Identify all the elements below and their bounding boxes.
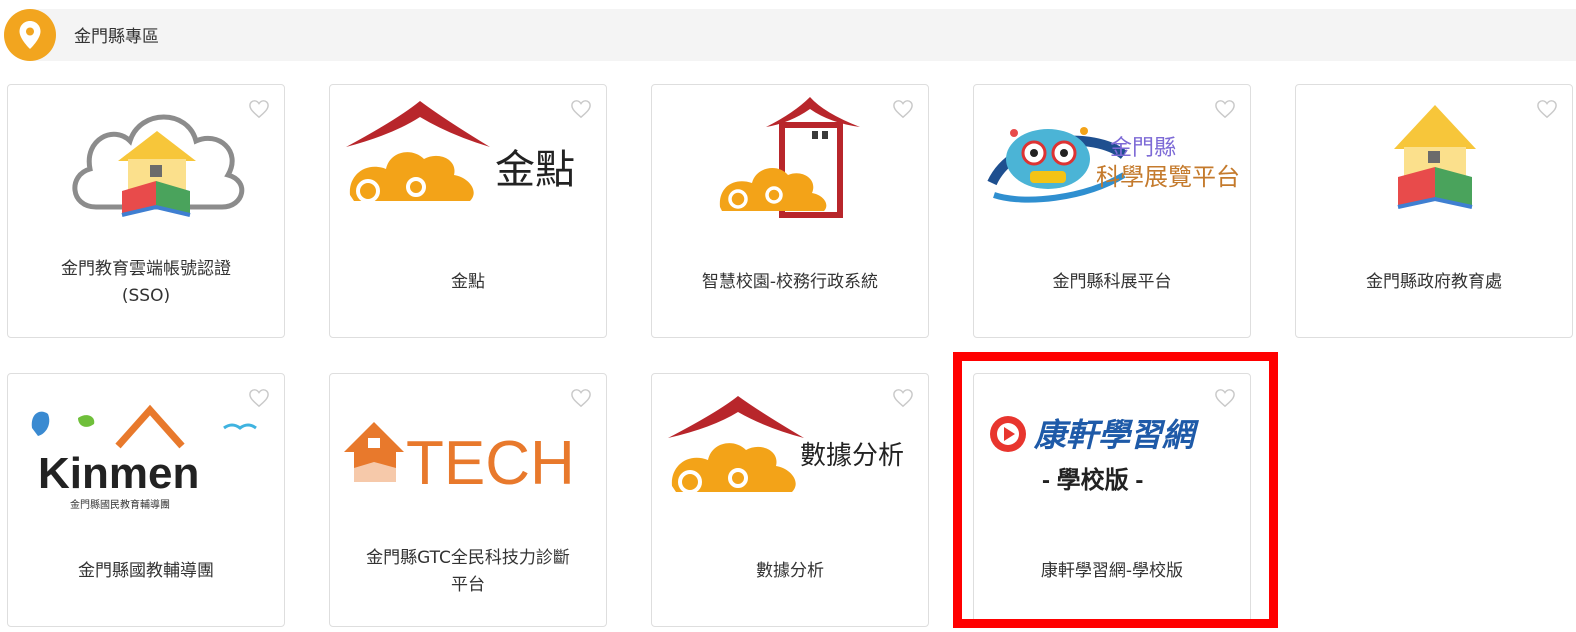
card-education-dept[interactable]: 金門縣政府教育處 <box>1295 84 1573 338</box>
card-smart-campus[interactable]: 智慧校園-校務行政系統 <box>651 84 929 338</box>
jindian-roof-cloud-logo: 金點 <box>346 101 575 203</box>
lion-mask-science-fair-logo: 金門縣 科學展覽平台 <box>987 127 1240 203</box>
logo-text: 康軒學習網 <box>1033 417 1200 453</box>
card-label: 數據分析 <box>756 561 824 582</box>
card-label: 金門教育雲端帳號認證(SSO) <box>61 258 231 306</box>
gtc-tech-logo: TECH <box>344 422 575 498</box>
card-label: 金門縣國教輔導團 <box>78 561 214 582</box>
logo-text: TECH <box>406 429 575 498</box>
card-science-fair[interactable]: 金門縣 科學展覽平台 金門縣科展平台 <box>973 84 1251 338</box>
card-sso[interactable]: 金門教育雲端帳號認證(SSO) <box>7 84 285 338</box>
logo-text: Kinmen <box>38 449 199 498</box>
card-label: 智慧校園-校務行政系統 <box>701 272 879 293</box>
card-kinmen-counseling[interactable]: Kinmen 金門縣國民教育輔導團 金門縣國教輔導團 <box>7 373 285 627</box>
cloud-house-book-logo <box>72 114 245 217</box>
logo-subtext: 金門縣國民教育輔導團 <box>70 498 170 511</box>
kangxuan-play-logo: 康軒學習網 - 學校版 - <box>990 416 1200 494</box>
section-header: 金門縣專區 <box>4 9 1576 61</box>
logo-text-line1: 金門縣 <box>1110 136 1176 161</box>
card-label: 金門縣GTC全民科技力診斷平台 <box>366 547 570 595</box>
card-gtc-tech[interactable]: TECH 金門縣GTC全民科技力診斷平台 <box>329 373 607 627</box>
section-title: 金門縣專區 <box>74 27 159 47</box>
card-label: 金門縣政府教育處 <box>1366 272 1502 293</box>
data-analysis-roof-cloud-logo: 數據分析 <box>668 396 904 494</box>
card-data-analysis[interactable]: 數據分析 數據分析 <box>651 373 929 627</box>
card-label: 康軒學習網-學校版 <box>1040 561 1184 582</box>
card-label: 金門縣科展平台 <box>1052 272 1172 293</box>
kinmen-logo: Kinmen 金門縣國民教育輔導團 <box>31 404 257 511</box>
logo-text-line2: 科學展覽平台 <box>1096 163 1240 191</box>
logo-subtext: - 學校版 - <box>1042 466 1143 494</box>
card-label: 金點 <box>451 272 485 293</box>
logo-text: 數據分析 <box>800 441 904 471</box>
card-jindian[interactable]: 金點 金點 <box>329 84 607 338</box>
house-book-logo <box>1394 105 1476 209</box>
roof-house-cloud-logo <box>719 97 860 218</box>
logo-text: 金點 <box>495 147 575 193</box>
location-pin-icon <box>4 9 56 61</box>
card-kangxuan[interactable]: 康軒學習網 - 學校版 - 康軒學習網-學校版 <box>973 373 1251 627</box>
